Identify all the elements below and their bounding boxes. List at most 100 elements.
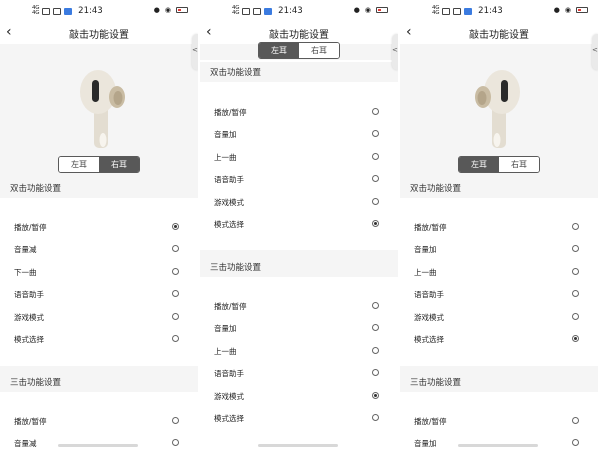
tab-left-ear[interactable]: 左耳 [59,157,99,172]
page-title: 敲击功能设置 [269,30,329,41]
title-bar: ‹ 敲击功能设置 [0,22,198,44]
option-row[interactable]: 游戏模式 [400,306,598,328]
option-row[interactable]: 音量减 [0,432,198,450]
double-tap-header: 双击功能设置 [200,62,398,82]
option-row[interactable]: 播放/暂停 [200,295,398,317]
radio-button[interactable] [172,439,179,447]
radio-button[interactable] [572,245,579,253]
earbud-preview: 左耳 右耳 [400,44,598,178]
home-indicator [58,444,138,447]
radio-button[interactable] [172,417,179,424]
page-title: 敲击功能设置 [469,30,529,41]
option-row[interactable]: 上一曲 [200,340,398,362]
option-row[interactable]: 音量加 [400,238,598,260]
microphone-icon: ● [153,6,160,14]
home-indicator [258,444,338,447]
option-row[interactable]: 游戏模式 [200,385,398,407]
option-row[interactable]: 语音助手 [200,362,398,384]
option-row[interactable]: 播放/暂停 [200,101,398,123]
radio-button[interactable] [372,197,379,205]
option-row[interactable]: 音量加 [200,123,398,145]
option-row[interactable]: 下一曲 [0,261,198,283]
screenshot-collage: 4G 4G 21:43 ● ◉ ‹ 敲击功能设置 左耳 右耳 双击功能设置 播放… [0,0,600,450]
option-row[interactable]: 语音助手 [400,283,598,305]
radio-button[interactable] [572,312,579,320]
radio-button[interactable] [372,175,379,183]
battery-icon [576,7,588,13]
side-drawer-handle[interactable]: < [592,34,598,70]
option-row[interactable]: 上一曲 [200,146,398,168]
radio-button-selected[interactable] [372,391,379,399]
radio-button[interactable] [572,267,579,275]
radio-button[interactable] [572,290,579,298]
double-tap-header: 双击功能设置 [400,178,598,198]
alarm-icon: ◉ [564,6,571,14]
option-row[interactable]: 模式选择 [200,407,398,429]
signal-icon: 4G 4G [32,5,40,16]
ear-segmented-control: 左耳 右耳 [58,156,140,173]
tab-right-ear[interactable]: 右耳 [499,157,539,172]
radio-button-selected[interactable] [572,334,579,342]
blue-app-icon [264,7,273,15]
blue-app-icon [64,7,73,15]
option-row[interactable]: 游戏模式 [200,191,398,213]
radio-button[interactable] [172,334,179,342]
triple-tap-header: 三击功能设置 [400,372,598,392]
radio-button[interactable] [372,130,379,138]
microphone-icon: ● [353,6,360,14]
option-row[interactable]: 模式选择 [200,213,398,235]
radio-button[interactable] [172,267,179,275]
option-row[interactable]: 音量加 [400,432,598,450]
radio-button[interactable] [372,413,379,421]
microphone-icon: ● [553,6,560,14]
radio-button[interactable] [572,417,579,424]
battery-icon [176,7,188,13]
radio-button[interactable] [372,324,379,332]
title-bar: ‹ 敲击功能设置 [200,22,398,44]
ear-segmented-control: 左耳 右耳 [458,156,540,173]
radio-button[interactable] [172,312,179,320]
radio-button[interactable] [572,439,579,447]
radio-button[interactable] [372,152,379,160]
option-row[interactable]: 音量减 [0,238,198,260]
radio-button[interactable] [372,302,379,309]
screen-1: 4G 4G 21:43 ● ◉ ‹ 敲击功能设置 左耳 右耳 双击功能设置 播放… [0,0,198,450]
option-row[interactable]: 模式选择 [0,328,198,350]
option-row[interactable]: 播放/暂停 [400,410,598,432]
option-row[interactable]: 游戏模式 [0,306,198,328]
radio-button[interactable] [372,108,379,115]
screen-3: 4G 4G 21:43 ● ◉ ‹ 敲击功能设置 左耳 右耳 双击功能设置 播放… [400,0,598,450]
section-divider [200,250,398,257]
radio-button-selected[interactable] [372,219,379,227]
radio-button-selected[interactable] [172,223,179,230]
radio-button[interactable] [572,223,579,230]
option-row[interactable]: 播放/暂停 [400,216,598,238]
tab-left-ear[interactable]: 左耳 [459,157,499,172]
radio-button[interactable] [372,346,379,354]
status-bar: 4G 4G 21:43 ● ◉ [400,0,598,22]
status-time: 21:43 [78,6,103,16]
option-row[interactable]: 上一曲 [400,261,598,283]
triple-tap-header: 三击功能设置 [0,372,198,392]
double-tap-options: 播放/暂停 音量加 上一曲 语音助手 游戏模式 模式选择 [200,101,398,235]
option-row[interactable]: 语音助手 [200,168,398,190]
option-row[interactable]: 语音助手 [0,283,198,305]
tab-left-ear[interactable]: 左耳 [259,43,299,58]
option-row[interactable]: 模式选择 [400,328,598,350]
status-bar: 4G 4G 21:43 ● ◉ [200,0,398,22]
double-tap-options: 播放/暂停 音量减 下一曲 语音助手 游戏模式 模式选择 [0,216,198,350]
triple-tap-options: 播放/暂停 音量加 上一曲 语音助手 游戏模式 模式选择 [200,295,398,429]
tab-right-ear[interactable]: 右耳 [299,43,339,58]
app-icon [453,7,462,15]
battery-icon [376,7,388,13]
tab-right-ear[interactable]: 右耳 [99,157,139,172]
option-row[interactable]: 播放/暂停 [0,216,198,238]
option-row[interactable]: 音量加 [200,317,398,339]
signal-icon: 4G 4G [432,5,440,16]
radio-button[interactable] [172,245,179,253]
option-row[interactable]: 播放/暂停 [0,410,198,432]
radio-button[interactable] [372,369,379,377]
radio-button[interactable] [172,290,179,298]
notification-icon [42,7,51,15]
ear-segmented-control: 左耳 右耳 [258,42,340,59]
